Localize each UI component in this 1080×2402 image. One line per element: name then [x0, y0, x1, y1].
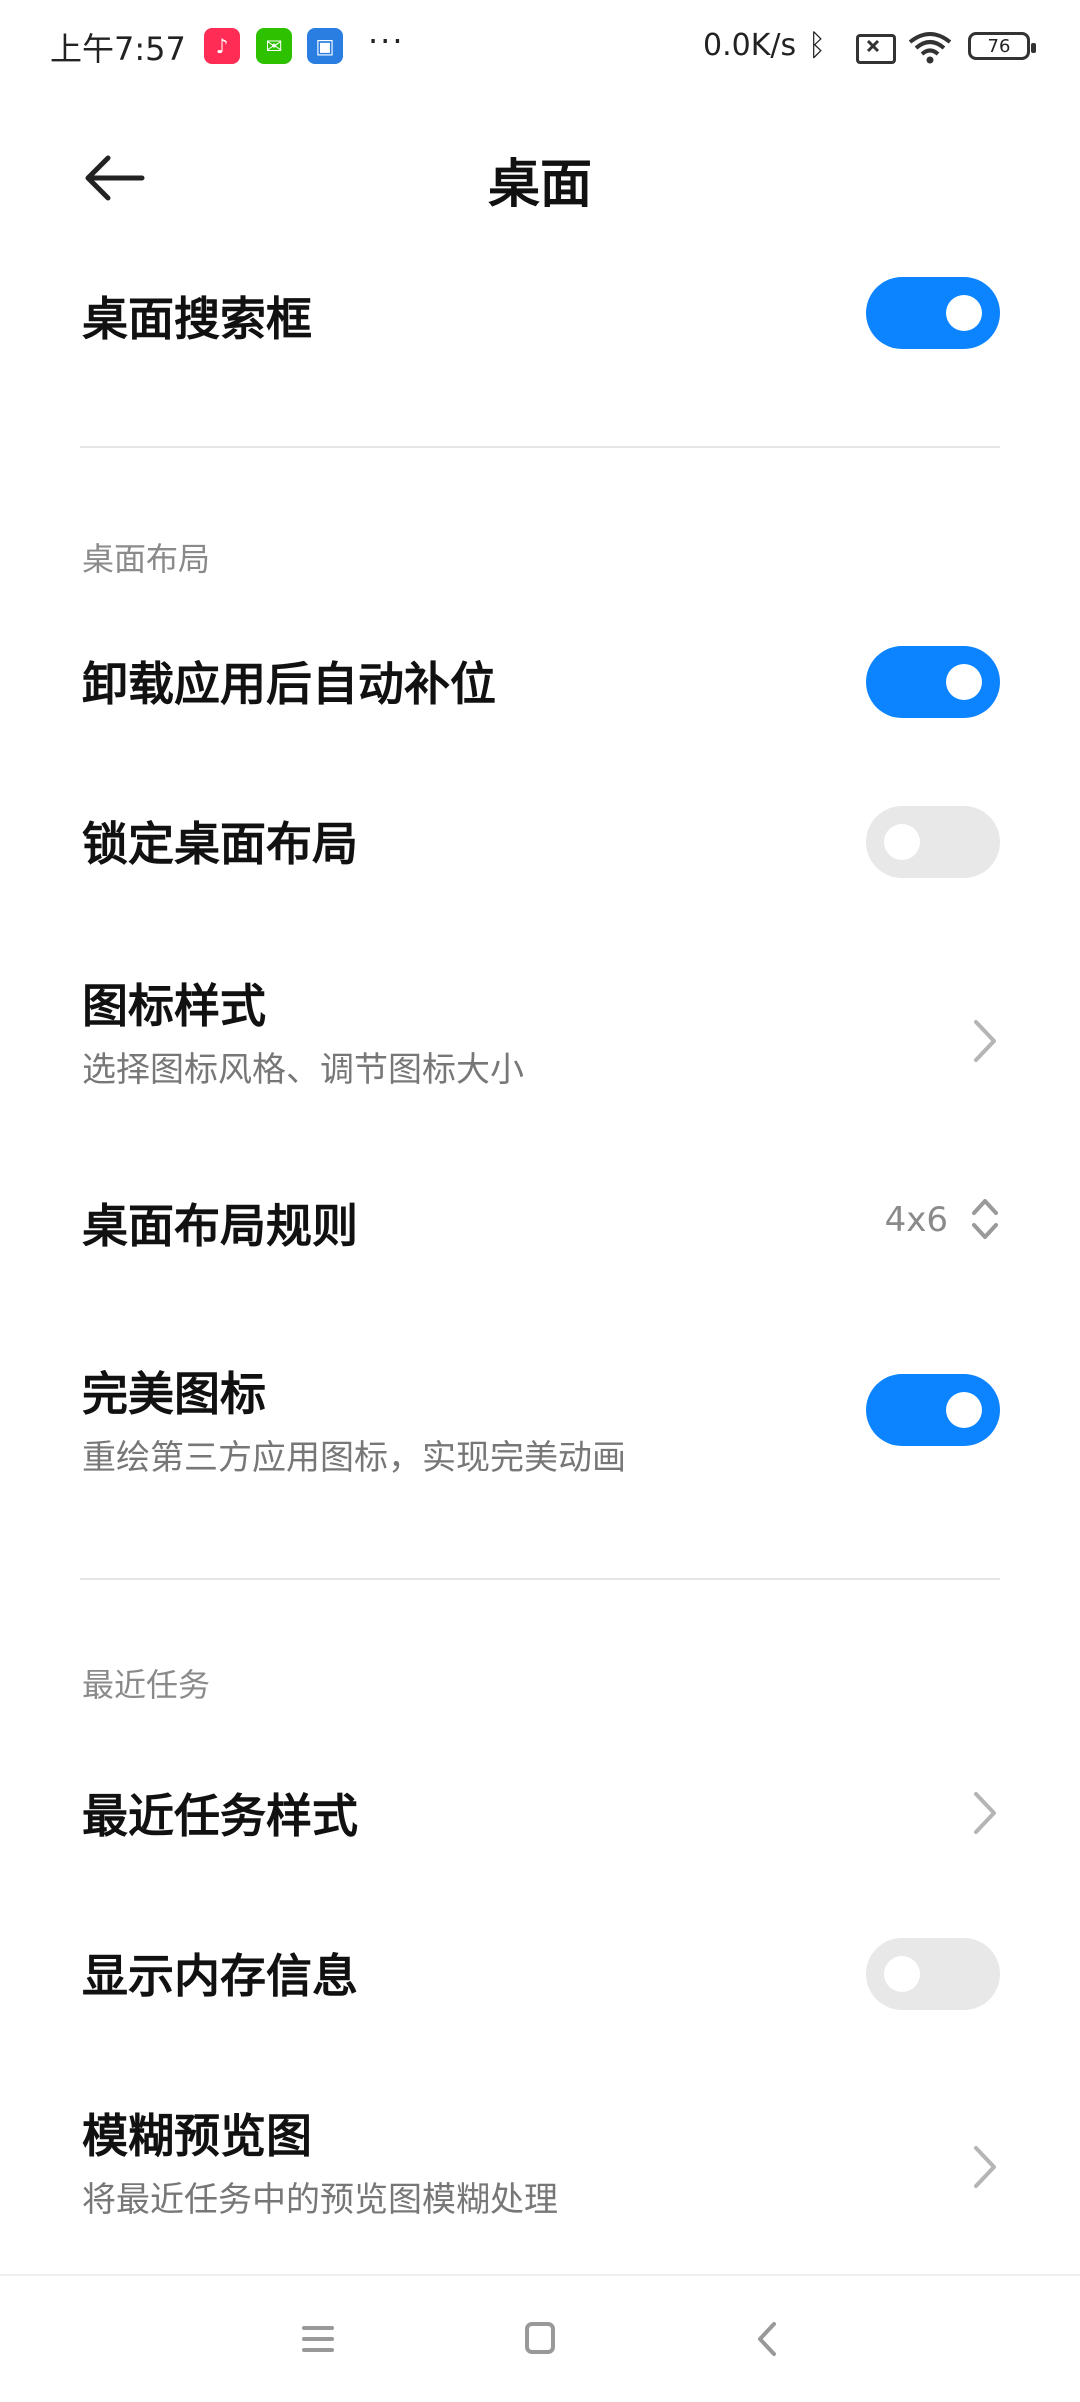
- auto-fill-label: 卸载应用后自动补位: [82, 657, 496, 711]
- app-header: 桌面: [0, 120, 1080, 230]
- wifi-icon: [908, 32, 952, 64]
- back-icon[interactable]: [738, 2314, 798, 2364]
- perfect-icons-toggle[interactable]: [866, 1374, 1000, 1446]
- blur-preview-label: 模糊预览图: [82, 2109, 312, 2163]
- show-memory-label: 显示内存信息: [82, 1949, 358, 2003]
- chevron-right-icon: [974, 2146, 996, 2188]
- perfect-icons-label: 完美图标: [82, 1367, 266, 1421]
- chevron-right-icon: [974, 1792, 996, 1834]
- system-nav-bar: [0, 2274, 1080, 2402]
- battery-level: 76: [987, 35, 1011, 57]
- wechat-notification-icon: ✉: [256, 28, 292, 64]
- layout-rule-value: 4x6: [884, 1200, 948, 1240]
- setting-row-perfect-icons[interactable]: 完美图标 重绘第三方应用图标，实现完美动画: [0, 1340, 1080, 1490]
- perfect-icons-subtitle: 重绘第三方应用图标，实现完美动画: [82, 1438, 626, 1478]
- lock-layout-toggle[interactable]: [866, 806, 1000, 878]
- auto-fill-toggle[interactable]: [866, 646, 1000, 718]
- setting-row-blur-preview[interactable]: 模糊预览图 将最近任务中的预览图模糊处理: [0, 2080, 1080, 2230]
- section-title-recent: 最近任务: [82, 1666, 211, 1704]
- battery-icon: 76: [968, 32, 1036, 60]
- page-title: 桌面: [487, 155, 592, 215]
- setting-row-recent-style[interactable]: 最近任务样式: [0, 1760, 1080, 1870]
- status-bar: 上午7:57 ♪ ✉ ▣ ··· 0.0K/s ᛒ 76: [0, 0, 1080, 96]
- icon-style-subtitle: 选择图标风格、调节图标大小: [82, 1050, 524, 1090]
- recent-style-label: 最近任务样式: [82, 1789, 358, 1843]
- tiktok-notification-icon: ♪: [204, 28, 240, 64]
- setting-row-show-memory[interactable]: 显示内存信息: [0, 1920, 1080, 2030]
- icon-style-label: 图标样式: [82, 979, 266, 1033]
- network-speed: 0.0K/s: [703, 28, 797, 63]
- setting-row-lock-layout[interactable]: 锁定桌面布局: [0, 788, 1080, 898]
- divider: [80, 1578, 1000, 1580]
- show-memory-toggle[interactable]: [866, 1938, 1000, 2010]
- home-icon[interactable]: [510, 2314, 570, 2364]
- no-sim-icon: [856, 34, 896, 64]
- setting-row-search-box[interactable]: 桌面搜索框: [0, 258, 1080, 368]
- more-notifications-icon: ···: [368, 22, 405, 60]
- chevron-right-icon: [974, 1020, 996, 1062]
- app-notification-icon: ▣: [307, 28, 343, 64]
- layout-rule-label: 桌面布局规则: [82, 1199, 358, 1253]
- lock-layout-label: 锁定桌面布局: [82, 817, 358, 871]
- section-title-layout: 桌面布局: [82, 540, 211, 578]
- menu-icon[interactable]: [288, 2314, 348, 2364]
- status-time: 上午7:57: [50, 30, 186, 68]
- search-box-label: 桌面搜索框: [82, 292, 312, 346]
- chevron-up-down-icon: [972, 1199, 998, 1239]
- setting-row-icon-style[interactable]: 图标样式 选择图标风格、调节图标大小: [0, 950, 1080, 1100]
- setting-row-layout-rule[interactable]: 桌面布局规则 4x6: [0, 1168, 1080, 1278]
- setting-row-auto-fill[interactable]: 卸载应用后自动补位: [0, 628, 1080, 738]
- search-box-toggle[interactable]: [866, 277, 1000, 349]
- divider: [80, 446, 1000, 448]
- blur-preview-subtitle: 将最近任务中的预览图模糊处理: [82, 2180, 558, 2220]
- bluetooth-icon: ᛒ: [808, 28, 826, 63]
